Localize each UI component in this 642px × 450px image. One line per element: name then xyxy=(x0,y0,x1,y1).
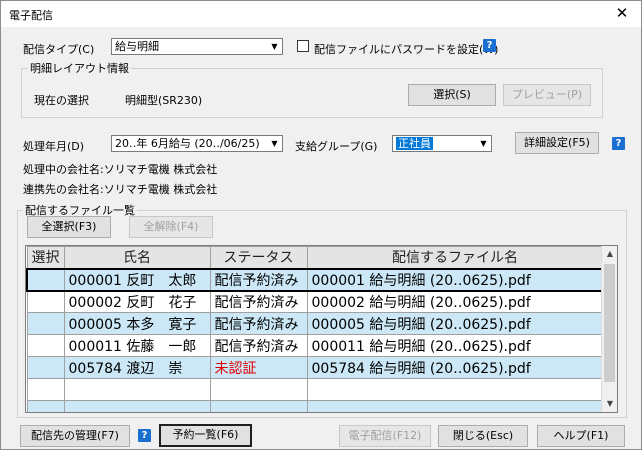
name-cell: 000001 反町 太郎 xyxy=(63,267,211,292)
table-row[interactable]: 000011 佐藤 一郎 配信予約済み 000011 給与明細 (20‥0625… xyxy=(26,334,604,357)
chevron-down-icon: ▼ xyxy=(476,136,491,151)
column-header-name[interactable]: 氏名 xyxy=(63,246,211,269)
table-row-empty xyxy=(26,378,604,401)
column-header-status[interactable]: ステータス xyxy=(209,246,308,269)
help-icon[interactable]: ? xyxy=(138,429,151,442)
current-selection-value: 明細型(SR230) xyxy=(125,94,203,107)
dialog-window: 電子配信 ✕ 配信タイプ(C) 給与明細 ▼ 配信ファイルにパスワードを設定(W… xyxy=(0,0,642,450)
file-list-table: 選択 氏名 ステータス 配信するファイル名 000001 反町 太郎 配信予約済… xyxy=(25,245,618,413)
deselect-all-button[interactable]: 全解除(F4) xyxy=(129,216,213,238)
title-bar: 電子配信 ✕ xyxy=(1,1,641,27)
help-icon[interactable]: ? xyxy=(612,137,625,150)
scroll-thumb[interactable] xyxy=(604,264,615,382)
close-icon[interactable]: ✕ xyxy=(607,2,637,24)
help-button[interactable]: ヘルプ(F1) xyxy=(537,425,625,447)
select-all-button[interactable]: 全選択(F3) xyxy=(27,216,111,238)
table-row[interactable]: 005784 渡辺 崇 未認証 005784 給与明細 (20‥0625).pd… xyxy=(26,356,604,379)
column-header-filename[interactable]: 配信するファイル名 xyxy=(306,246,604,269)
payment-group-select[interactable]: 正社員 ▼ xyxy=(392,135,492,152)
status-cell: 未認証 xyxy=(209,356,308,379)
table-row[interactable]: 000005 本多 寛子 配信予約済み 000005 給与明細 (20‥0625… xyxy=(26,312,604,335)
empty-cell xyxy=(63,400,211,412)
current-selection-label: 現在の選択 xyxy=(34,94,89,107)
processing-company-label: 処理中の会社名:ソリマチ電機 株式会社 xyxy=(23,163,218,176)
processing-month-label: 処理年月(D) xyxy=(23,140,85,153)
password-checkbox-label: 配信ファイルにパスワードを設定(W) xyxy=(314,43,499,56)
filename-cell: 000002 給与明細 (20‥0625).pdf xyxy=(306,290,604,313)
layout-info-title: 明細レイアウト情報 xyxy=(28,60,131,76)
status-cell: 配信予約済み xyxy=(209,334,308,357)
select-cell[interactable] xyxy=(26,267,65,292)
delivery-type-value: 給与明細 xyxy=(115,40,159,53)
name-cell: 005784 渡辺 崇 xyxy=(63,356,211,379)
detail-settings-button[interactable]: 詳細設定(F5) xyxy=(515,132,599,154)
delivery-type-label: 配信タイプ(C) xyxy=(23,43,95,56)
table-row-empty xyxy=(26,400,604,412)
status-cell: 配信予約済み xyxy=(209,267,308,292)
linked-company-label: 連携先の会社名:ソリマチ電機 株式会社 xyxy=(23,183,218,196)
processing-month-select[interactable]: 20‥年 6月給与 (20‥/06/25) ▼ xyxy=(111,135,283,152)
payment-group-label: 支給グループ(G) xyxy=(295,140,378,153)
chevron-down-icon: ▼ xyxy=(267,136,282,151)
processing-month-value: 20‥年 6月給与 (20‥/06/25) xyxy=(115,137,260,150)
select-cell[interactable] xyxy=(26,290,65,313)
empty-cell xyxy=(26,378,65,401)
select-cell[interactable] xyxy=(26,312,65,335)
send-button[interactable]: 電子配信(F12) xyxy=(339,425,431,447)
empty-cell xyxy=(306,400,604,412)
preview-button[interactable]: プレビュー(P) xyxy=(503,84,591,106)
filename-cell: 005784 給与明細 (20‥0625).pdf xyxy=(306,356,604,379)
close-button[interactable]: 閉じる(Esc) xyxy=(438,425,528,447)
manage-recipients-button[interactable]: 配信先の管理(F7) xyxy=(20,425,130,447)
filename-cell: 000001 給与明細 (20‥0625).pdf xyxy=(306,267,604,292)
empty-cell xyxy=(26,400,65,412)
table-row[interactable]: 000001 反町 太郎 配信予約済み 000001 給与明細 (20‥0625… xyxy=(26,267,604,292)
table-header-row: 選択 氏名 ステータス 配信するファイル名 xyxy=(26,246,604,269)
file-table: 選択 氏名 ステータス 配信するファイル名 000001 反町 太郎 配信予約済… xyxy=(26,246,604,412)
filename-cell: 000011 給与明細 (20‥0625).pdf xyxy=(306,334,604,357)
empty-cell xyxy=(209,378,308,401)
name-cell: 000002 反町 花子 xyxy=(63,290,211,313)
reservation-list-button[interactable]: 予約一覧(F6) xyxy=(159,424,252,447)
password-checkbox[interactable] xyxy=(297,40,309,52)
vertical-scrollbar[interactable]: ▲ ▼ xyxy=(601,246,617,412)
payment-group-value: 正社員 xyxy=(396,137,433,150)
filename-cell: 000005 給与明細 (20‥0625).pdf xyxy=(306,312,604,335)
table-row[interactable]: 000002 反町 花子 配信予約済み 000002 給与明細 (20‥0625… xyxy=(26,290,604,313)
window-title: 電子配信 xyxy=(9,9,53,22)
scroll-up-icon[interactable]: ▲ xyxy=(602,246,617,262)
empty-cell xyxy=(209,400,308,412)
name-cell: 000011 佐藤 一郎 xyxy=(63,334,211,357)
delivery-type-select[interactable]: 給与明細 ▼ xyxy=(111,38,283,55)
chevron-down-icon: ▼ xyxy=(267,39,282,54)
empty-cell xyxy=(306,378,604,401)
empty-cell xyxy=(63,378,211,401)
select-cell[interactable] xyxy=(26,334,65,357)
scroll-down-icon[interactable]: ▼ xyxy=(602,396,617,412)
column-header-select[interactable]: 選択 xyxy=(26,246,65,269)
name-cell: 000005 本多 寛子 xyxy=(63,312,211,335)
select-layout-button[interactable]: 選択(S) xyxy=(408,84,496,106)
status-cell: 配信予約済み xyxy=(209,312,308,335)
status-cell: 配信予約済み xyxy=(209,290,308,313)
select-cell[interactable] xyxy=(26,356,65,379)
help-icon[interactable]: ? xyxy=(483,39,496,52)
